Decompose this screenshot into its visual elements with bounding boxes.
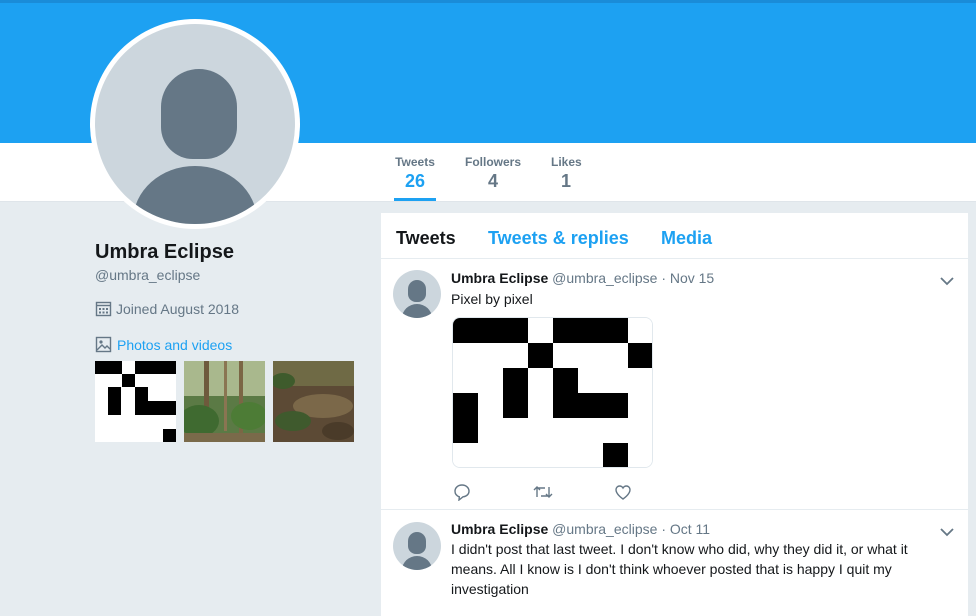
joined-date: Joined August 2018 (95, 300, 239, 317)
photo-thumbnail-ground[interactable] (273, 361, 354, 442)
pixel-art-thumbnail (95, 361, 176, 442)
tweet-author-handle[interactable]: @umbra_eclipse (552, 521, 657, 537)
calendar-icon (95, 301, 112, 317)
photo-thumbnail-forest[interactable] (184, 361, 265, 442)
retweet-icon[interactable] (533, 483, 553, 506)
profile-name: Umbra Eclipse (95, 241, 234, 263)
pixel-art-image (453, 318, 652, 467)
tweet-header: Umbra Eclipse @umbra_eclipse · Oct 11 (451, 521, 710, 537)
tweet-media-image[interactable] (452, 317, 653, 468)
photo-thumbnail-pixel[interactable] (95, 361, 176, 442)
tweet[interactable]: Umbra Eclipse @umbra_eclipse · Oct 11 I … (381, 510, 968, 616)
tab-tweets-replies[interactable]: Tweets & replies (488, 228, 629, 249)
stat-label: Followers (465, 155, 522, 169)
like-icon[interactable] (614, 483, 632, 506)
tab-media[interactable]: Media (661, 228, 712, 249)
tweet-author-name[interactable]: Umbra Eclipse (451, 270, 548, 286)
tweet-date[interactable]: · Oct 11 (661, 521, 710, 537)
tweet[interactable]: Umbra Eclipse @umbra_eclipse · Nov 15 Pi… (381, 259, 968, 510)
photos-link-label: Photos and videos (117, 336, 233, 353)
stat-value: 26 (404, 171, 426, 191)
tweet-author-name[interactable]: Umbra Eclipse (451, 521, 548, 537)
tweet-avatar[interactable] (393, 522, 441, 570)
forest-floor-photo (273, 361, 354, 442)
stat-label: Tweets (395, 155, 435, 169)
tweet-header: Umbra Eclipse @umbra_eclipse · Nov 15 (451, 270, 714, 286)
tab-tweets[interactable]: Tweets (396, 228, 456, 249)
profile-avatar[interactable] (90, 19, 300, 229)
profile-handle[interactable]: @umbra_eclipse (95, 267, 200, 283)
stat-value: 1 (560, 171, 571, 191)
timeline: Tweets Tweets & replies Media Umbra Ecli… (381, 213, 968, 616)
stat-likes[interactable]: Likes 1 (551, 155, 582, 192)
tweet-date[interactable]: · Nov 15 (661, 270, 714, 286)
default-avatar-icon (95, 24, 295, 224)
tweet-text: Pixel by pixel (451, 291, 533, 307)
timeline-tabs: Tweets Tweets & replies Media (381, 213, 968, 259)
photos-videos-link[interactable]: Photos and videos (95, 336, 232, 353)
tweet-avatar[interactable] (393, 270, 441, 318)
forest-photo (184, 361, 265, 442)
tweet-author-handle[interactable]: @umbra_eclipse (552, 270, 657, 286)
stat-label: Likes (551, 155, 582, 169)
stat-value: 4 (487, 171, 498, 191)
stat-followers[interactable]: Followers 4 (465, 155, 521, 192)
photo-icon (95, 336, 112, 353)
stat-tweets[interactable]: Tweets 26 (394, 155, 436, 201)
tweet-text: I didn't post that last tweet. I don't k… (451, 541, 908, 597)
joined-text: Joined August 2018 (116, 300, 239, 317)
reply-icon[interactable] (453, 483, 471, 506)
